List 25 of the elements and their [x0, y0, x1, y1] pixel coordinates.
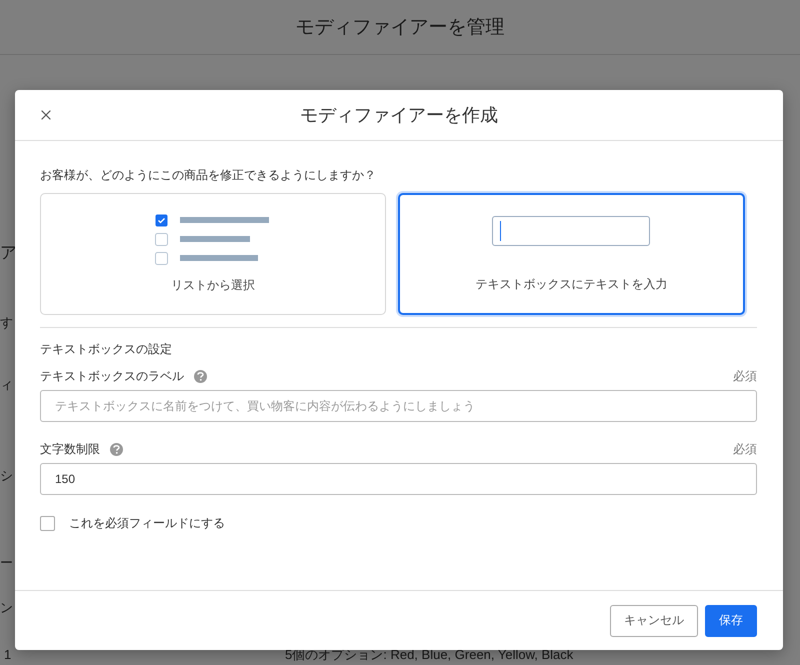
help-icon[interactable] [110, 442, 123, 456]
option-card[interactable]: テキストボックスにテキストを入力 [398, 193, 745, 315]
option-card[interactable]: リストから選択 [40, 193, 386, 315]
required-text: 必須 [733, 440, 757, 458]
background-text: ア [0, 243, 17, 263]
background-text: ー [0, 554, 13, 572]
question-text: お客様が、どのようにこの商品を修正できるようにしますか？ [40, 167, 377, 183]
field-label: 文字数制限 [40, 440, 100, 458]
cancel-button[interactable]: キャンセル [610, 604, 698, 636]
settings-title: テキストボックスの設定 [40, 341, 173, 357]
help-icon[interactable] [194, 370, 207, 382]
input-field[interactable]: テキストボックスに名前をつけて、買い物客に内容が伝わるようにしましょう [40, 390, 757, 422]
input-field[interactable]: 150 [40, 463, 757, 495]
save-button[interactable]: 保存 [705, 604, 757, 636]
background-text: ン [0, 599, 13, 617]
page-title: モディファイアーを管理 [296, 16, 504, 40]
field-label: テキストボックスのラベル [40, 368, 184, 384]
background-text: シ [0, 467, 13, 485]
checkbox-label: これを必須フィールドにする [69, 515, 225, 532]
checkbox[interactable] [40, 516, 55, 531]
required-text: 必須 [733, 368, 757, 384]
background-text: ィ [0, 376, 13, 394]
table-cell-text: 1 [3, 646, 12, 664]
dialog-title: モディファイアーを作成 [300, 104, 498, 127]
background-text: す [0, 314, 13, 332]
